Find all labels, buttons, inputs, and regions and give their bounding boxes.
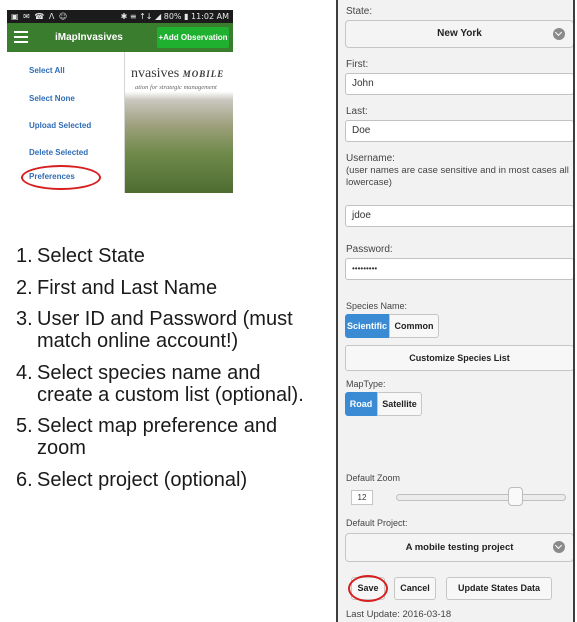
zoom-slider-thumb[interactable]: [507, 487, 523, 506]
step-item: 3. User ID and Password (must match onlin…: [16, 308, 316, 352]
step-number: 5.: [16, 415, 33, 437]
cancel-button[interactable]: Cancel: [394, 577, 436, 600]
save-highlight-circle: [348, 575, 388, 602]
step-text: Select State: [37, 245, 145, 267]
maptype-satellite-button[interactable]: Satellite: [377, 392, 422, 416]
default-zoom-label: Default Zoom: [346, 473, 401, 483]
step-text: User ID and Password (must match online …: [37, 308, 293, 352]
logo-tagline: ation for strategic management: [135, 84, 217, 91]
step-number: 4.: [16, 361, 33, 384]
species-common-button[interactable]: Common: [389, 314, 439, 338]
step-item: 4. Select species name and create a custo…: [16, 362, 316, 406]
step-number: 3.: [16, 308, 33, 330]
logo-mobile-text: MOBILE: [182, 69, 225, 79]
step-number: 2.: [16, 276, 33, 299]
maptype-label: MapType:: [346, 379, 386, 389]
project-value: A mobile testing project: [405, 542, 514, 553]
preferences-panel: State: New York First: John Last: Doe Us…: [336, 0, 575, 622]
step-number: 1.: [16, 245, 33, 267]
default-project-label: Default Project:: [346, 518, 408, 528]
last-name-label: Last:: [346, 106, 368, 117]
username-field[interactable]: jdoe: [345, 205, 573, 227]
status-icons-left: ▣ ✉ ☎ Ʌ ☺: [11, 12, 69, 21]
zoom-value[interactable]: 12: [351, 490, 373, 505]
state-value: New York: [437, 28, 482, 39]
step-number: 6.: [16, 468, 33, 491]
menu-item-select-none[interactable]: Select None: [29, 94, 75, 103]
project-select[interactable]: A mobile testing project: [345, 533, 573, 562]
app-logo: nvasives MOBILE: [131, 66, 224, 82]
step-item: 2. First and Last Name: [16, 277, 316, 299]
menu-item-delete-selected[interactable]: Delete Selected: [29, 148, 88, 157]
chevron-down-icon: [553, 541, 565, 553]
instruction-steps: 1. Select State 2. First and Last Name 3. U…: [16, 245, 316, 500]
first-name-field[interactable]: John: [345, 73, 573, 95]
step-text: Select project (optional): [37, 468, 248, 491]
status-icons-right: ✱ ≡ ↑↓ ◢ 80% ▮ 11:02 AM: [120, 12, 229, 21]
step-item: 1. Select State: [16, 245, 316, 267]
first-name-label: First:: [346, 59, 369, 70]
status-bar: ▣ ✉ ☎ Ʌ ☺ ✱ ≡ ↑↓ ◢ 80% ▮ 11:02 AM: [7, 10, 233, 23]
step-text: Select map preference and zoom: [37, 415, 278, 459]
menu-item-select-all[interactable]: Select All: [29, 66, 65, 75]
step-text: Select species name and create a custom …: [37, 361, 304, 406]
last-name-field[interactable]: Doe: [345, 120, 573, 142]
species-scientific-button[interactable]: Scientific: [345, 314, 389, 338]
update-states-data-button[interactable]: Update States Data: [446, 577, 552, 600]
preferences-highlight-circle: [21, 165, 101, 190]
username-note: (user names are case sensitive and in mo…: [346, 165, 569, 188]
step-item: 5. Select map preference and zoom: [16, 415, 316, 459]
customize-species-list-button[interactable]: Customize Species List: [345, 345, 573, 371]
add-observation-button[interactable]: +Add Observation: [157, 27, 229, 48]
password-field[interactable]: •••••••••: [345, 258, 573, 280]
phone-menu-screenshot: ▣ ✉ ☎ Ʌ ☺ ✱ ≡ ↑↓ ◢ 80% ▮ 11:02 AM iMapIn…: [7, 10, 233, 193]
password-label: Password:: [346, 244, 393, 255]
menu-item-upload-selected[interactable]: Upload Selected: [29, 121, 91, 130]
zoom-slider-track[interactable]: [396, 494, 566, 501]
maptype-road-button[interactable]: Road: [345, 392, 377, 416]
state-label: State:: [346, 6, 373, 17]
hamburger-menu-icon[interactable]: [14, 31, 28, 43]
logo-text: nvasives: [131, 66, 180, 81]
last-update-text: Last Update: 2016-03-18: [346, 609, 452, 620]
app-title: iMapInvasives: [55, 32, 123, 43]
step-item: 6. Select project (optional): [16, 469, 316, 491]
chevron-down-icon: [553, 28, 565, 40]
username-label: Username:: [346, 153, 395, 164]
state-select[interactable]: New York: [345, 20, 573, 48]
species-name-label: Species Name:: [346, 301, 408, 311]
step-text: First and Last Name: [37, 276, 218, 299]
app-bar: iMapInvasives +Add Observation: [7, 23, 233, 52]
